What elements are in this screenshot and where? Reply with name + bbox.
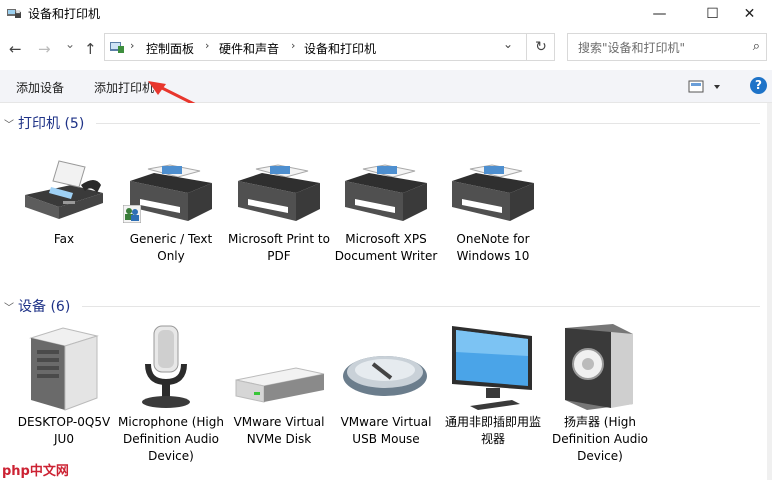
search-input[interactable] xyxy=(576,39,740,57)
up-button[interactable]: ↑ xyxy=(84,40,97,58)
group-divider xyxy=(82,306,760,307)
device-item-desktop[interactable]: DESKTOP-0Q5V JU0 xyxy=(11,320,117,448)
microphone-icon xyxy=(142,325,190,408)
device-item-nvme-disk[interactable]: VMware Virtual NVMe Disk xyxy=(226,320,332,448)
device-label: DESKTOP-0Q5V JU0 xyxy=(17,415,111,446)
device-label: Microsoft XPS Document Writer xyxy=(334,232,438,263)
device-item-generic-text-only[interactable]: Generic / Text Only xyxy=(118,137,224,265)
device-label: VMware Virtual NVMe Disk xyxy=(233,415,325,446)
shared-users-icon xyxy=(123,205,141,223)
breadcrumb-devices-printers[interactable]: 设备和打印机 xyxy=(304,40,376,57)
close-button[interactable]: ✕ xyxy=(727,0,772,27)
help-button[interactable]: ? xyxy=(750,77,767,94)
hard-disk-icon xyxy=(235,367,325,403)
device-label: OneNote for Windows 10 xyxy=(456,232,530,263)
breadcrumb-separator: › xyxy=(130,39,135,52)
forward-button[interactable]: → xyxy=(38,40,51,58)
printer-icon xyxy=(238,164,320,221)
change-view-icon[interactable] xyxy=(688,79,724,95)
add-device-button[interactable]: 添加设备 xyxy=(16,79,64,96)
device-label: Microphone (High Definition Audio Device… xyxy=(118,415,224,463)
device-item-fax[interactable]: Fax xyxy=(11,137,117,248)
mouse-icon xyxy=(343,356,427,396)
devices-printers-icon xyxy=(7,9,21,18)
device-item-speakers[interactable]: 扬声器 (High Definition Audio Device) xyxy=(547,320,653,465)
address-bar[interactable]: › 控制面板 › 硬件和声音 › 设备和打印机 ⌄ xyxy=(104,33,555,61)
window-title: 设备和打印机 xyxy=(28,7,101,21)
minimize-button[interactable]: — xyxy=(637,0,682,27)
vertical-scrollbar[interactable] xyxy=(767,103,772,480)
device-label: 通用非即插即用监视器 xyxy=(444,415,541,446)
monitor-icon xyxy=(452,326,532,410)
back-button[interactable]: ← xyxy=(9,40,22,58)
breadcrumb-separator[interactable]: › xyxy=(205,39,209,52)
printers-group-title: 打印机 (5) xyxy=(18,116,85,132)
refresh-button[interactable]: ↻ xyxy=(526,33,555,61)
watermark: php中文网 xyxy=(2,464,69,479)
device-item-usb-mouse[interactable]: VMware Virtual USB Mouse xyxy=(333,320,439,448)
title-bar: 设备和打印机 — ☐ ✕ xyxy=(0,0,772,27)
content-area: ﹀ 打印机 (5) Fax Generic / Text Only Micros… xyxy=(0,103,772,480)
search-box[interactable]: ⌕ xyxy=(567,33,767,61)
recent-locations-button[interactable]: ⌄ xyxy=(65,37,75,51)
devices-group-title: 设备 (6) xyxy=(18,299,71,315)
device-label: VMware Virtual USB Mouse xyxy=(340,415,432,446)
device-label: 扬声器 (High Definition Audio Device) xyxy=(551,415,649,463)
fax-icon xyxy=(25,160,103,219)
group-divider xyxy=(96,123,760,124)
device-item-microsoft-xps-document-writer[interactable]: Microsoft XPS Document Writer xyxy=(333,137,439,265)
breadcrumb-control-panel[interactable]: 控制面板 xyxy=(146,40,194,57)
device-label: Generic / Text Only xyxy=(129,232,213,263)
collapse-chevron-icon[interactable]: ﹀ xyxy=(4,116,18,131)
search-icon[interactable]: ⌕ xyxy=(753,39,760,54)
printer-icon xyxy=(345,164,427,221)
device-label: Microsoft Print to PDF xyxy=(228,232,330,263)
device-item-onenote-for-windows-10[interactable]: OneNote for Windows 10 xyxy=(440,137,546,265)
breadcrumb-hardware-sound[interactable]: 硬件和声音 xyxy=(219,40,279,57)
device-item-microphone[interactable]: Microphone (High Definition Audio Device… xyxy=(118,320,224,465)
device-label: Fax xyxy=(53,232,75,246)
breadcrumb-separator[interactable]: › xyxy=(291,39,295,52)
control-panel-icon xyxy=(110,42,124,53)
devices-group-header[interactable]: ﹀ 设备 (6) xyxy=(4,296,70,316)
speaker-icon xyxy=(565,324,633,410)
printers-group-header[interactable]: ﹀ 打印机 (5) xyxy=(4,113,84,133)
computer-tower-icon xyxy=(29,327,99,411)
device-item-microsoft-print-to-pdf[interactable]: Microsoft Print to PDF xyxy=(226,137,332,265)
address-dropdown-button[interactable]: ⌄ xyxy=(503,37,513,51)
device-item-monitor[interactable]: 通用非即插即用监视器 xyxy=(440,320,546,448)
command-bar: 添加设备 添加打印机 ? xyxy=(0,70,772,103)
collapse-chevron-icon[interactable]: ﹀ xyxy=(4,299,18,314)
printer-icon xyxy=(452,164,534,221)
add-printer-button[interactable]: 添加打印机 xyxy=(94,79,154,96)
